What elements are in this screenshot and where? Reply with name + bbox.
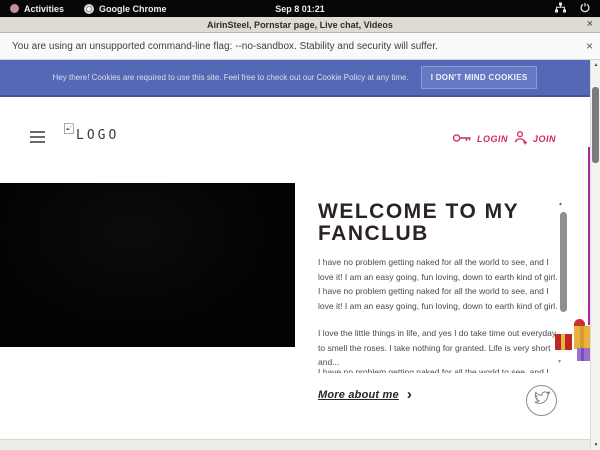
login-label: LOGIN	[477, 134, 508, 144]
system-tray	[555, 2, 600, 15]
chrome-icon	[84, 4, 94, 14]
clock[interactable]: Sep 8 01:21	[275, 4, 325, 14]
page-title: WELCOME TO MY FANCLUB	[318, 201, 543, 245]
twitter-icon	[534, 391, 550, 410]
twitter-button[interactable]	[526, 385, 557, 416]
chevron-right-icon: ›	[407, 390, 412, 400]
intro-paragraph-3-clipped: I have no problem getting naked for all …	[318, 365, 558, 373]
window-close-button[interactable]: ×	[587, 17, 593, 32]
join-label: JOIN	[533, 134, 556, 144]
window-title: AirinSteel, Pornstar page, Live chat, Vi…	[207, 20, 393, 30]
app-menu-button[interactable]: Google Chrome	[74, 0, 177, 17]
broken-image-icon	[64, 121, 74, 139]
cookie-message: Hey there! Cookies are required to use t…	[53, 73, 409, 82]
intro-paragraph-1: I have no problem getting naked for all …	[318, 255, 558, 313]
infobar-message: You are using an unsupported command-lin…	[12, 41, 438, 52]
scrollbar-down-icon[interactable]: ▼	[591, 442, 600, 448]
browser-scrollbar-track[interactable]: ▲ ▼	[590, 60, 600, 450]
power-icon[interactable]	[580, 2, 590, 15]
page-bottom-strip	[0, 439, 590, 450]
gnome-top-bar: Activities Google Chrome Sep 8 01:21	[0, 0, 600, 17]
activities-button[interactable]: Activities	[0, 0, 74, 17]
content-scroll-up-icon[interactable]: ▲	[558, 201, 563, 207]
gift-box-purple	[577, 348, 590, 361]
clipped-paragraph-container: I have no problem getting naked for all …	[318, 365, 558, 373]
sandbox-infobar: You are using an unsupported command-lin…	[0, 33, 600, 60]
content-scrollbar-thumb[interactable]	[560, 212, 567, 312]
gift-box-yellow	[574, 326, 591, 349]
intro-paragraph-2: I love the little things in life, and ye…	[318, 326, 558, 370]
activities-icon	[10, 4, 19, 13]
infobar-close-icon[interactable]: ×	[586, 39, 593, 53]
window-titlebar: AirinSteel, Pornstar page, Live chat, Vi…	[0, 17, 600, 33]
activities-label: Activities	[24, 4, 64, 14]
desktop-screen: Activities Google Chrome Sep 8 01:21 Air…	[0, 0, 600, 450]
network-icon[interactable]	[555, 2, 566, 15]
logo-text: LOGO	[76, 128, 119, 143]
menu-hamburger-icon[interactable]	[30, 131, 45, 146]
fanclub-intro-section: WELCOME TO MY FANCLUB I have no problem …	[318, 197, 560, 437]
gift-box-red	[555, 334, 572, 350]
site-logo[interactable]: LOGO	[64, 121, 119, 143]
cookie-consent-bar: Hey there! Cookies are required to use t…	[0, 60, 590, 97]
join-button[interactable]: JOIN	[513, 130, 556, 147]
browser-scrollbar-thumb[interactable]	[592, 87, 599, 163]
add-user-icon	[513, 130, 528, 147]
video-player[interactable]	[0, 183, 295, 347]
more-about-me-link[interactable]: More about me ›	[318, 389, 412, 401]
key-icon	[452, 132, 472, 146]
accept-cookies-button[interactable]: I DON'T MIND COOKIES	[421, 66, 538, 89]
app-menu-label: Google Chrome	[99, 4, 167, 14]
scrollbar-up-icon[interactable]: ▲	[591, 62, 600, 68]
login-button[interactable]: LOGIN	[452, 132, 508, 146]
gifts-widget[interactable]	[555, 319, 592, 361]
more-about-me-label: More about me	[318, 389, 399, 401]
